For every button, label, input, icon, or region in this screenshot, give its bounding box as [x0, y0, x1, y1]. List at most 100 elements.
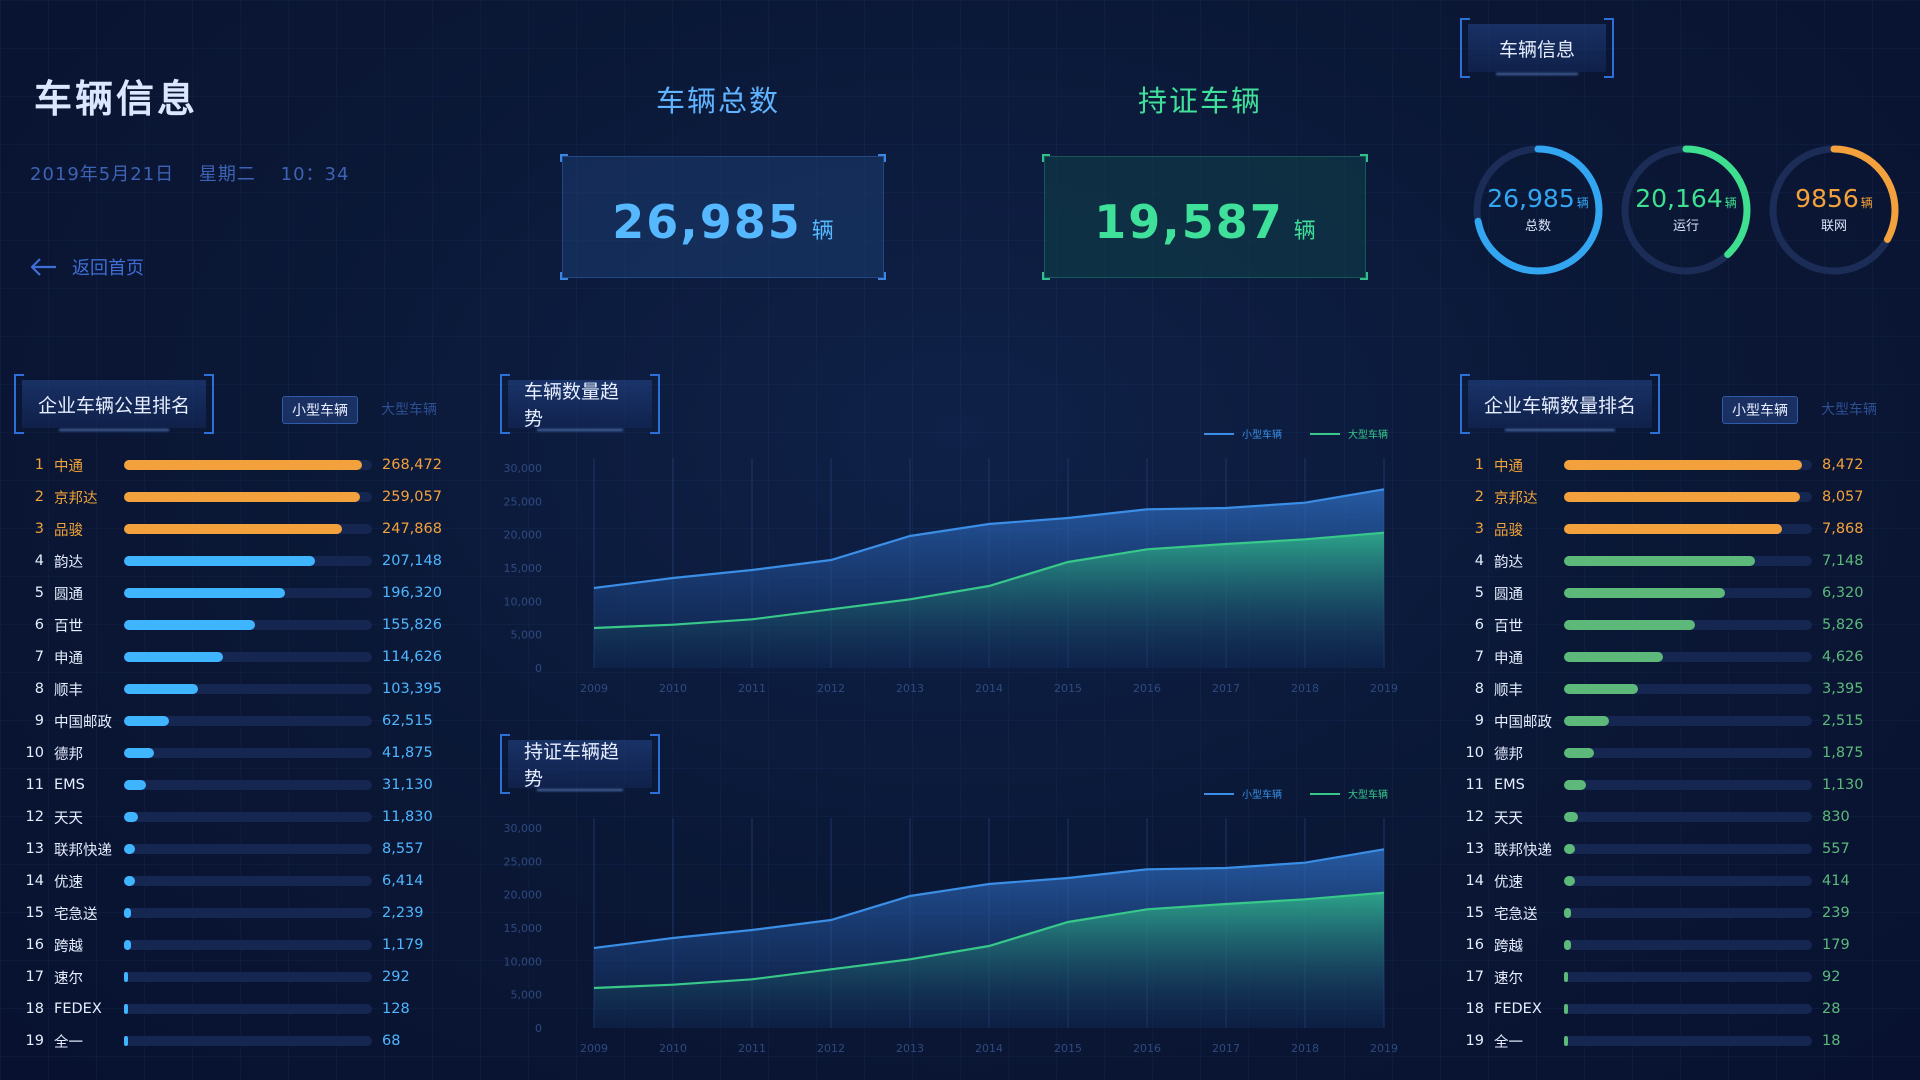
- rank-value: 292: [382, 969, 410, 985]
- bar-fill: [124, 972, 128, 982]
- rank-row: 9 中国邮政 62,515: [22, 705, 442, 737]
- company-name: 德邦: [54, 746, 83, 763]
- company-name: 顺丰: [54, 682, 83, 699]
- bar-track: [124, 620, 372, 630]
- rank-value: 247,868: [382, 521, 442, 537]
- bar-track: [124, 780, 372, 790]
- kpi-total-unit: 辆: [811, 219, 834, 244]
- right-tab-large[interactable]: 大型车辆: [1821, 399, 1877, 419]
- bar-track: [124, 844, 372, 854]
- box-corner: [1042, 272, 1050, 280]
- company-name: 申通: [1494, 650, 1523, 667]
- rank-row: 13 联邦快递 8,557: [22, 833, 442, 865]
- bar-track: [124, 972, 372, 982]
- bar-track: [1564, 876, 1812, 886]
- bar-fill: [1564, 684, 1639, 694]
- y-tick-label: 5,000: [511, 989, 543, 1002]
- rank-row: 8 顺丰 3,395: [1462, 673, 1882, 705]
- legend-swatch: [1310, 792, 1340, 795]
- kpi-certified-value: 19,587: [1094, 195, 1284, 249]
- bar-fill: [124, 844, 136, 854]
- rank-number: 7: [34, 649, 44, 665]
- chart1-title: 车辆数量趋势: [524, 381, 620, 430]
- box-corner: [560, 272, 568, 280]
- bar-fill: [1564, 844, 1576, 854]
- rank-number: 11: [1465, 777, 1484, 793]
- rank-row: 7 申通 114,626: [22, 641, 442, 673]
- rank-number: 19: [25, 1033, 44, 1049]
- bar-fill: [1564, 1036, 1568, 1046]
- rank-number: 5: [34, 585, 44, 601]
- bar-fill: [124, 524, 343, 534]
- back-arrow-icon: [30, 258, 56, 276]
- company-name: 百世: [54, 618, 83, 635]
- legend-item: 大型车辆: [1310, 786, 1388, 801]
- x-tick-label: 2012: [817, 682, 845, 695]
- rank-number: 12: [25, 809, 44, 825]
- bar-track: [1564, 748, 1812, 758]
- rank-value: 128: [382, 1001, 410, 1017]
- bar-fill: [124, 556, 315, 566]
- bar-fill: [124, 940, 132, 950]
- legend-item: 小型车辆: [1204, 426, 1282, 441]
- company-name: 中国邮政: [54, 714, 112, 731]
- bar-track: [1564, 524, 1812, 534]
- left-tab-large[interactable]: 大型车辆: [381, 399, 437, 419]
- chart2-area-chart: 0 5,000 10,000 15,000 20,000 25,000 30,000 2009…: [504, 818, 1398, 1055]
- company-name: 联邦快递: [1494, 842, 1552, 859]
- ring-label: 总数: [1524, 219, 1551, 234]
- rank-number: 18: [1465, 1001, 1484, 1017]
- bar-fill: [1564, 780, 1587, 790]
- back-home-button[interactable]: 返回首页: [30, 254, 144, 280]
- bar-fill: [1564, 876, 1576, 886]
- bar-track: [1564, 460, 1812, 470]
- rank-value: 830: [1822, 809, 1850, 825]
- company-name: 顺丰: [1494, 682, 1523, 699]
- y-tick-label: 20,000: [504, 529, 543, 542]
- vehicle-info-title: 车辆信息: [1498, 38, 1575, 61]
- date-text: 2019年5月21日: [30, 164, 175, 185]
- company-name: 中通: [1494, 458, 1523, 475]
- company-name: 百世: [1494, 618, 1523, 635]
- company-name: 品骏: [1494, 522, 1523, 539]
- rank-number: 14: [1465, 873, 1484, 889]
- rank-number: 1: [34, 457, 44, 473]
- bar-fill: [124, 492, 360, 502]
- rank-row: 14 优速 6,414: [22, 865, 442, 897]
- ring-unit: 辆: [1724, 196, 1737, 210]
- ring-value: 9856: [1795, 184, 1859, 213]
- bar-track: [1564, 588, 1812, 598]
- bar-fill: [124, 1004, 128, 1014]
- ring-value: 26,985: [1487, 184, 1575, 213]
- rank-number: 5: [1474, 585, 1484, 601]
- box-corner: [1360, 272, 1368, 280]
- bar-track: [1564, 780, 1812, 790]
- company-name: EMS: [54, 777, 85, 793]
- rank-number: 13: [25, 841, 44, 857]
- y-tick-label: 15,000: [504, 562, 543, 575]
- right-tab-small[interactable]: 小型车辆: [1722, 396, 1798, 424]
- y-tick-label: 5,000: [511, 629, 543, 642]
- bar-fill: [124, 812, 138, 822]
- bar-track: [124, 1036, 372, 1046]
- rank-number: 17: [1465, 969, 1484, 985]
- left-tab-small[interactable]: 小型车辆: [282, 396, 358, 424]
- kpi-certified-unit: 辆: [1293, 219, 1316, 244]
- rank-number: 9: [1474, 713, 1484, 729]
- rank-number: 10: [1465, 745, 1484, 761]
- x-tick-label: 2017: [1212, 682, 1240, 695]
- bar-fill: [1564, 460, 1803, 470]
- bar-track: [1564, 908, 1812, 918]
- bar-fill: [1564, 524, 1783, 534]
- rank-number: 15: [1465, 905, 1484, 921]
- rank-value: 2,515: [1822, 713, 1864, 729]
- x-tick-label: 2019: [1370, 1042, 1398, 1055]
- rank-row: 8 顺丰 103,395: [22, 673, 442, 705]
- rank-value: 1,179: [382, 937, 424, 953]
- bar-track: [1564, 812, 1812, 822]
- y-tick-label: 25,000: [504, 495, 543, 508]
- weekday-text: 星期二: [198, 164, 256, 185]
- rank-value: 8,472: [1822, 457, 1864, 473]
- bar-fill: [1564, 716, 1609, 726]
- bar-track: [1564, 620, 1812, 630]
